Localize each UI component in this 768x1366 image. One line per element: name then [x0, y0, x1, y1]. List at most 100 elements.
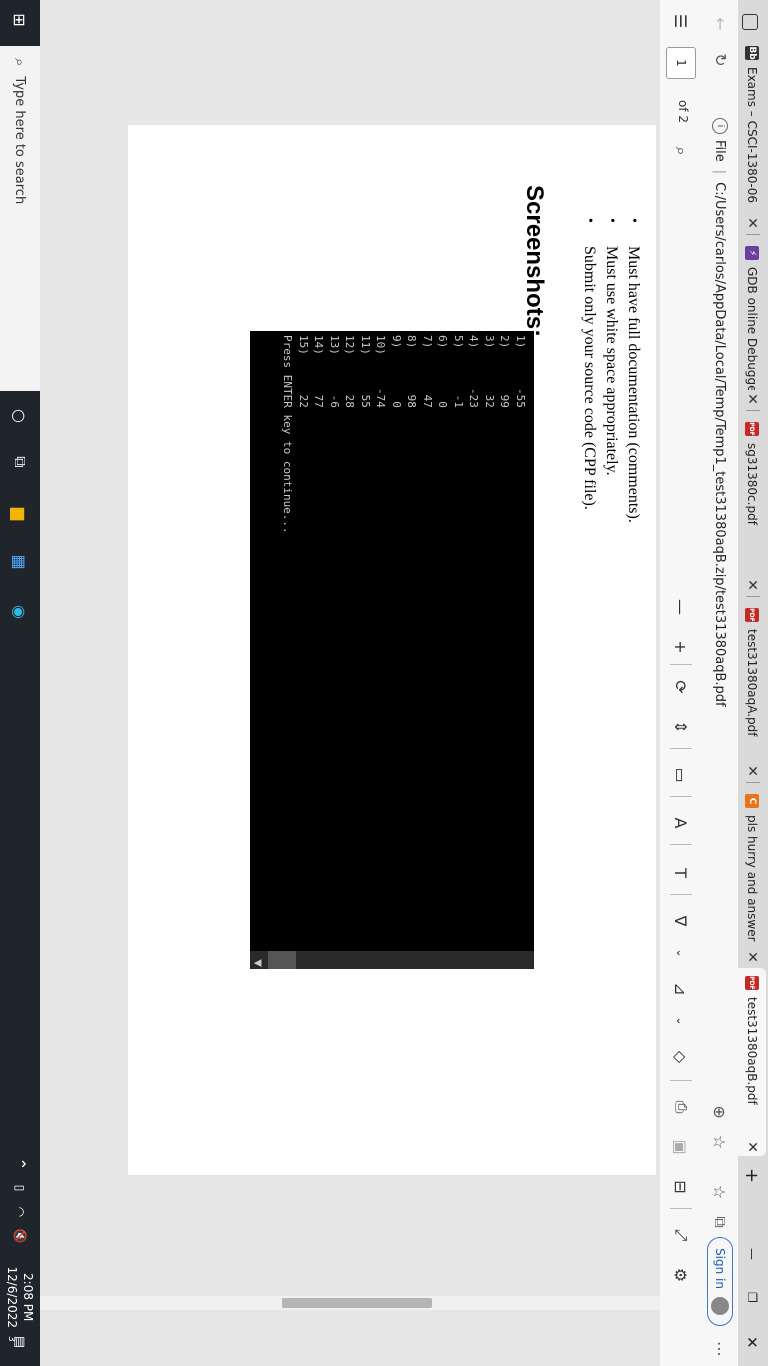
info-icon[interactable]: i — [712, 118, 728, 134]
restore-button[interactable]: ❐ — [738, 1284, 766, 1314]
read-aloud-icon[interactable]: A — [668, 810, 694, 836]
windows-start-icon[interactable]: ⊞ — [8, 8, 32, 32]
url-text[interactable]: C:/Users/carlos/AppData/Local/Temp/Temp1… — [713, 182, 728, 706]
task-view-icon[interactable]: ⧉ — [8, 450, 32, 474]
console-line: 6) 0 — [436, 335, 450, 408]
favorite-add-icon[interactable]: ☆ — [711, 1127, 730, 1157]
refresh-icon[interactable]: ↻ — [711, 44, 730, 76]
tab-title: pls hurry and answer — [745, 815, 759, 942]
close-icon[interactable]: ✕ — [744, 576, 760, 594]
search-icon[interactable]: ⌕ — [668, 138, 694, 164]
close-icon[interactable]: ✕ — [744, 948, 760, 966]
file-label: File — [712, 140, 728, 162]
zoom-icon[interactable]: ⊕ — [711, 1097, 730, 1127]
close-icon[interactable]: ✕ — [744, 214, 760, 232]
console-line: Press ENTER key to continue... — [281, 335, 295, 534]
notifications-icon[interactable]: ▤ — [8, 1330, 32, 1354]
new-tab-button[interactable]: + — [738, 1160, 766, 1190]
vertical-scrollbar[interactable] — [40, 1296, 660, 1310]
more-options-icon[interactable]: ⋯ — [711, 1332, 730, 1366]
tab-exams[interactable]: Bb Exams – CSCI-1380-06 ✕ — [738, 38, 766, 232]
tab-chegg[interactable]: C pls hurry and answer ✕ — [738, 786, 766, 966]
taskbar: ⊞ ⌕ Type here to search ○ ⧉ ▆ ▦ ◉ ⌃ ▯ ◠ … — [0, 0, 40, 1366]
console-line: 11) 55 — [359, 335, 372, 408]
gdb-icon: ⚡ — [745, 246, 759, 260]
tab-test31380aqB-active[interactable]: PDF test31380aqB.pdf ✕ — [738, 968, 766, 1156]
zoom-in-icon[interactable]: + — [668, 634, 694, 660]
plus-icon: + — [741, 1168, 763, 1184]
taskbar-search[interactable]: ⌕ Type here to search — [0, 46, 40, 391]
volume-muted-icon[interactable]: 🔇 — [8, 1224, 32, 1248]
address-right-buttons: ⊕ ☆ ☆ ⧉ Sign in ⋯ — [702, 1097, 738, 1366]
console-line: 10) -74 — [374, 335, 388, 408]
close-icon: ✕ — [743, 1336, 761, 1349]
close-icon[interactable]: ✕ — [744, 762, 760, 780]
rotate-icon[interactable]: ⟳ — [668, 674, 694, 700]
console-line: 5) -1 — [452, 335, 465, 408]
window-close-button[interactable]: ✕ — [738, 1328, 766, 1358]
avatar — [711, 1297, 729, 1315]
console-line: 12) 28 — [343, 335, 357, 408]
sign-in-label: Sign in — [713, 1248, 727, 1289]
minimize-button[interactable]: — — [738, 1240, 766, 1270]
scroll-thumb[interactable] — [282, 1298, 432, 1308]
tab-strip: Bb Exams – CSCI-1380-06 ✕ ⚡ GDB online D… — [738, 0, 768, 1366]
store-icon[interactable]: ▦ — [8, 550, 32, 574]
tab-test31380aqA[interactable]: PDF test31380aqA.pdf ✕ — [738, 600, 766, 780]
time: 2:08 PM — [21, 1273, 35, 1322]
page-number-input[interactable]: 1 — [666, 47, 696, 79]
back-arrow-icon[interactable]: ← — [711, 8, 730, 40]
save-icon: ▣ — [671, 1139, 691, 1155]
chevron-up-icon[interactable]: ⌃ — [8, 1152, 32, 1176]
print-icon[interactable]: ⎙ — [668, 1094, 694, 1120]
page-view-icon[interactable]: ▭ — [668, 762, 694, 788]
console-line: 8) 98 — [405, 335, 419, 408]
fit-page-icon[interactable]: ⇕ — [668, 714, 694, 740]
tab-title: test31380aqA.pdf — [745, 629, 759, 737]
save-as-icon[interactable]: ⊟ — [668, 1174, 694, 1200]
list-item: • Submit only your source code (CPP file)… — [581, 218, 598, 510]
minimize-icon: — — [745, 1248, 759, 1260]
chevron-down-icon[interactable]: ⌄ — [668, 940, 694, 966]
console-line: 9) 0 — [390, 335, 403, 408]
draw-icon[interactable]: ∇ — [668, 908, 694, 934]
chevron-down-icon[interactable]: ⌄ — [668, 1008, 694, 1034]
erase-icon[interactable]: ◇ — [668, 1044, 694, 1070]
console-screenshot: 1) -55 2) 99 3) 32 4) -23 5) -1 6) 0 7) 47 8) 9… — [250, 331, 534, 969]
edge-icon[interactable]: ◉ — [8, 600, 32, 624]
console-line: 15) 22 — [297, 335, 310, 408]
url-field[interactable]: i File | C:/Users/carlos/AppData/Local/T… — [709, 118, 731, 707]
restore-icon: ❐ — [745, 1292, 759, 1303]
pdf-icon: PDF — [745, 422, 759, 436]
console-line: 13) -6 — [328, 335, 341, 408]
tab-sg31380c[interactable]: PDF sg31380c.pdf ✕ — [738, 414, 766, 594]
pdf-toolbar: ☰ 1 of 2 ⌕ — + ⟳ ⇕ ▭ A T ∇ ⌄ ⊿ ⌄ ◇ ⎙ ▣ ⊟… — [659, 0, 702, 1366]
favorites-icon[interactable]: ☆ — [711, 1177, 730, 1207]
gear-icon[interactable]: ⚙ — [668, 1262, 694, 1288]
pdf-icon: PDF — [745, 608, 759, 622]
close-icon[interactable]: ✕ — [744, 1138, 760, 1156]
chevron-down-icon: ▼ — [252, 959, 263, 967]
blackboard-icon: Bb — [745, 46, 759, 60]
fullscreen-icon[interactable]: ⤢ — [668, 1222, 694, 1248]
console-line: 7) 47 — [421, 335, 434, 408]
contents-icon[interactable]: ☰ — [668, 8, 694, 34]
collections-icon[interactable]: ⧉ — [710, 1207, 730, 1237]
tab-actions-button[interactable] — [736, 4, 764, 30]
close-icon[interactable]: ✕ — [744, 390, 760, 408]
sign-in-button[interactable]: Sign in — [707, 1237, 733, 1326]
chegg-icon: C — [745, 794, 759, 808]
clock[interactable]: 2:08 PM 12/6/2022 — [4, 1266, 36, 1328]
file-explorer-icon[interactable]: ▆ — [8, 502, 32, 526]
battery-icon[interactable]: ▯ — [8, 1176, 32, 1200]
console-line: 14) 77 — [312, 335, 326, 408]
workspaces-icon — [742, 14, 758, 30]
add-text-icon[interactable]: T — [668, 860, 694, 886]
console-line: 3) 32 — [483, 335, 496, 408]
zoom-out-icon[interactable]: — — [668, 594, 694, 620]
tab-gdb[interactable]: ⚡ GDB online Debugger ✕ — [738, 238, 766, 408]
search-icon: ⌕ — [11, 58, 29, 67]
cortana-icon[interactable]: ○ — [8, 404, 32, 428]
wifi-icon[interactable]: ◠ — [8, 1200, 32, 1224]
highlight-icon[interactable]: ⊿ — [668, 976, 694, 1002]
